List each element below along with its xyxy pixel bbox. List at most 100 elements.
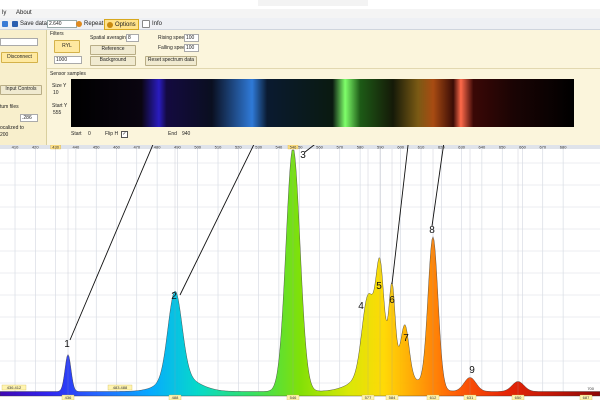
- bottom-label-text: 612: [430, 395, 437, 400]
- end-label: End: [168, 131, 177, 137]
- files-select[interactable]: .286: [20, 114, 38, 122]
- peak-number-label: 7: [403, 333, 409, 344]
- top-marker-label: 546: [290, 145, 297, 150]
- options-button[interactable]: Options: [104, 19, 139, 30]
- menu-item-about[interactable]: About: [16, 10, 32, 16]
- axis-tick-label: 520: [235, 145, 242, 150]
- disconnect-button[interactable]: Disconnect: [1, 52, 38, 63]
- axis-tick-label: 610: [418, 145, 425, 150]
- peak-number-label: 8: [429, 225, 435, 236]
- bottom-right-label-text: 700: [587, 386, 594, 391]
- options-label: Options: [115, 21, 136, 28]
- filter-select[interactable]: 1000: [54, 56, 82, 64]
- axis-tick-label: 540: [276, 145, 283, 150]
- bottom-label-text: 436: [65, 395, 72, 400]
- device-select[interactable]: [0, 38, 38, 46]
- axis-tick-label: 440: [73, 145, 80, 150]
- repeat-button[interactable]: Repeat: [74, 19, 105, 28]
- axis-tick-label: 640: [479, 145, 486, 150]
- axis-tick-label: 660: [519, 145, 526, 150]
- axis-ticks: 410 420 430 440 450 460 470 480 490 500 510 520 530 5…: [12, 145, 568, 150]
- reset-spectrum-button[interactable]: Reset spectrum data: [145, 56, 197, 66]
- axis-tick-label: 680: [560, 145, 567, 150]
- peak-number-label: 1: [64, 339, 70, 350]
- axis-tick-label: 510: [215, 145, 222, 150]
- sensor-spectrum-svg: [71, 79, 574, 127]
- peak-number-label: 3: [300, 150, 306, 161]
- play-icon: [2, 20, 8, 27]
- info-icon: [142, 19, 150, 28]
- axis-tick-label: 630: [458, 145, 465, 150]
- axis-tick-label: 670: [539, 145, 546, 150]
- reference-button[interactable]: Reference: [90, 45, 136, 55]
- axis-tick-label: 480: [154, 145, 161, 150]
- axis-tick-label: 470: [133, 145, 140, 150]
- peak-number-label: 9: [469, 365, 475, 376]
- menu-bar: ly About: [0, 9, 600, 18]
- bottom-label-text: 584: [389, 395, 396, 400]
- start-value[interactable]: 0: [88, 131, 91, 137]
- axis-tick-label: 500: [194, 145, 201, 150]
- bottom-label-text: 687: [583, 395, 590, 400]
- start-y-value[interactable]: 555: [53, 110, 61, 116]
- spatial-averaging-input[interactable]: 8: [126, 34, 139, 42]
- filters-section-label: Filters: [50, 31, 64, 37]
- axis-tick-label: 420: [32, 145, 39, 150]
- axis-tick-label: 460: [113, 145, 120, 150]
- axis-tick-label: 650: [499, 145, 506, 150]
- toolbar: Save data file 2.640 Repeat Options Info: [0, 18, 600, 30]
- spectrum-band: [71, 79, 574, 127]
- end-value[interactable]: 940: [182, 131, 190, 137]
- axis-tick-label: 560: [316, 145, 323, 150]
- files-label: tum files: [0, 104, 19, 110]
- toolbar-start-button[interactable]: [0, 19, 10, 28]
- input-controls-button[interactable]: Input Controls: [0, 85, 42, 95]
- menu-item-first[interactable]: ly: [2, 10, 6, 16]
- filter-mode-button[interactable]: RYL: [54, 40, 80, 53]
- flip-h-checkbox[interactable]: ✓: [121, 131, 128, 138]
- axis-tick-label: 620: [438, 145, 445, 150]
- background-button[interactable]: Background: [90, 56, 136, 66]
- note-line-2: 200: [0, 132, 9, 138]
- rising-speed-input[interactable]: 100: [184, 34, 199, 42]
- section-divider: [47, 68, 600, 69]
- start-y-label: Start Y: [52, 103, 68, 109]
- spectrum-plot-svg: 410 420 4 3 0 440 450 460 470 480 490 500 510 520 530 5…: [0, 127, 600, 401]
- bottom-label-text: 488: [172, 395, 179, 400]
- axis-tick-label: 530: [255, 145, 262, 150]
- axis-tick-label: 590: [377, 145, 384, 150]
- repeat-label: Repeat: [84, 20, 104, 27]
- axis-tick-label: 450: [93, 145, 100, 150]
- repeat-icon: [76, 20, 82, 27]
- note-line-1: ocalized to: [0, 125, 24, 131]
- bottom-label-text: 650: [515, 395, 522, 400]
- start-label: Start: [71, 131, 82, 137]
- flip-h-label: Flip H: [105, 131, 119, 137]
- spatial-averaging-label: Spatial averaging: [90, 35, 129, 41]
- bottom-left-label-text: 436.412: [7, 385, 22, 390]
- axis-tick-label: 410: [12, 145, 19, 150]
- size-y-value[interactable]: 10: [53, 90, 59, 96]
- file-field[interactable]: 2.640: [47, 20, 77, 28]
- left-panel: Disconnect Input Controls tum files .286…: [0, 30, 47, 145]
- sensor-spectrum-image: [71, 79, 574, 127]
- axis-tick-label: 570: [336, 145, 343, 150]
- falling-speed-input[interactable]: 100: [184, 44, 199, 52]
- peak-number-label: 2: [171, 291, 177, 302]
- axis-tick-label: 600: [397, 145, 404, 150]
- size-y-label: Size Y: [52, 83, 67, 89]
- info-button[interactable]: Info: [140, 19, 164, 28]
- sensor-samples-label: Sensor samples: [50, 71, 86, 77]
- bottom-label-text: 631: [467, 395, 474, 400]
- rising-speed-label: Rising speed: [158, 35, 187, 41]
- peak-number-label: 4: [358, 301, 364, 312]
- bottom-left-label-text: 483.488: [113, 385, 128, 390]
- peak-number-label: 6: [389, 295, 395, 306]
- spectrum-plot: 410 420 4 3 0 440 450 460 470 480 490 500 510 520 530 5…: [0, 127, 600, 401]
- save-icon: [12, 20, 18, 27]
- axis-tick-label: 490: [174, 145, 181, 150]
- gear-icon: [107, 21, 113, 28]
- title-bar-tab: [258, 0, 368, 6]
- axis-tick-label: 580: [357, 145, 364, 150]
- peak-number-label: 5: [376, 281, 382, 292]
